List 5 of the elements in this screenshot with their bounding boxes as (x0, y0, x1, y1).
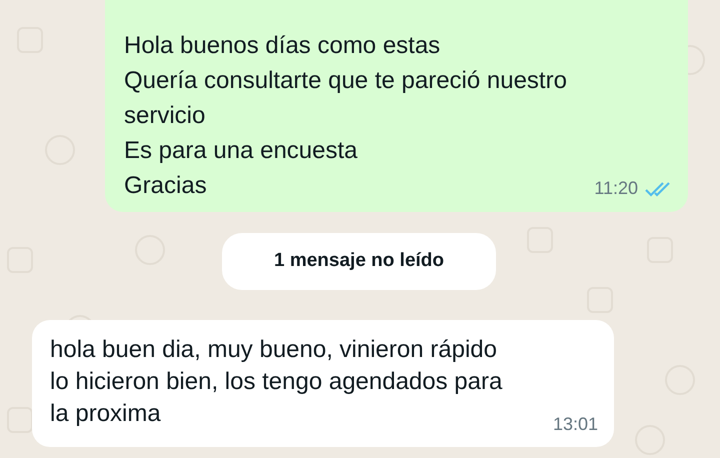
unread-banner: 1 mensaje no leído (222, 233, 496, 290)
message-text: hola buen dia, muy bueno, vinieron rápido lo hicieron bien, los tengo agendados para la proxima (50, 335, 504, 429)
message-text: Hola buenos días como estas Quería consultarte que te pareció nuestro servicio Es para una encuesta Gracias (124, 31, 568, 201)
message-time: 11:20 (594, 177, 638, 200)
message-time: 13:01 (552, 413, 598, 436)
